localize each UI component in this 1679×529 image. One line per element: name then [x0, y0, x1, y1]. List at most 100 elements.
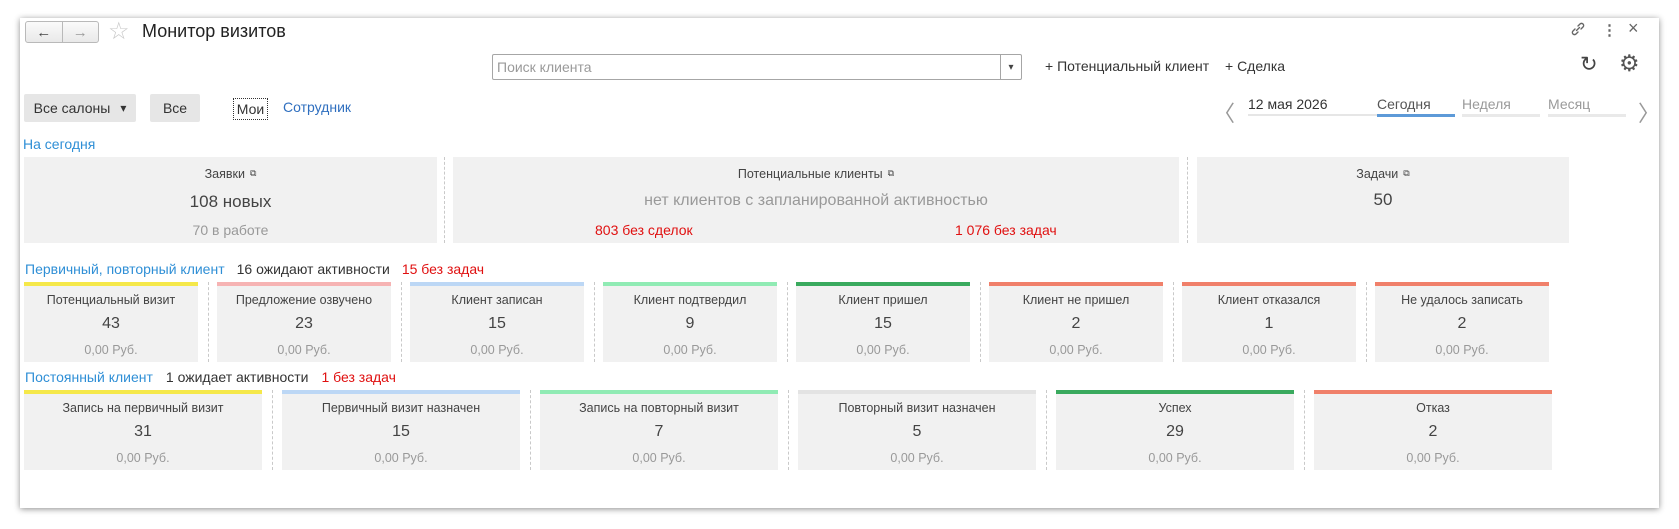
status-card-count[interactable]: 15 — [410, 315, 584, 333]
status-card-count[interactable]: 7 — [540, 423, 778, 441]
open-external-icon[interactable]: ⧉ — [250, 168, 256, 178]
status-card[interactable]: Отказ 2 0,00 Руб. — [1314, 390, 1552, 470]
divider — [272, 390, 273, 470]
status-card-title: Клиент записан — [451, 293, 543, 307]
status-card-count[interactable]: 43 — [24, 315, 198, 333]
next-period-icon[interactable]: 〉 — [1638, 96, 1660, 128]
filter-all-button[interactable]: Все — [150, 94, 200, 122]
divider — [1187, 157, 1188, 243]
navigation-buttons: ← → — [25, 21, 99, 43]
status-card[interactable]: Клиент не пришел 2 0,00 Руб. — [989, 282, 1163, 362]
status-card-count[interactable]: 1 — [1182, 315, 1356, 333]
requests-in-work[interactable]: 70 в работе — [24, 222, 437, 238]
permanent-section-header: Постоянный клиент 1 ожидает активности 1… — [25, 369, 396, 385]
status-card[interactable]: Клиент пришел 15 0,00 Руб. — [796, 282, 970, 362]
status-card-title: Запись на первичный визит — [62, 401, 224, 415]
refresh-icon[interactable]: ↻ — [1580, 52, 1598, 77]
close-icon[interactable]: × — [1628, 18, 1639, 39]
divider — [594, 282, 595, 362]
tasks-count[interactable]: 50 — [1197, 190, 1569, 210]
potential-clients-title[interactable]: Потенциальные клиенты — [738, 167, 883, 181]
status-card-sum: 0,00 Руб. — [116, 451, 170, 465]
filter-employee-link[interactable]: Сотрудник — [283, 99, 351, 115]
tab-week[interactable]: Неделя — [1462, 96, 1540, 117]
status-card-count[interactable]: 5 — [798, 423, 1036, 441]
status-card[interactable]: Предложение озвучено 23 0,00 Руб. — [217, 282, 391, 362]
permanent-section-link[interactable]: Постоянный клиент — [25, 369, 153, 385]
status-card-title: Клиент пришел — [838, 293, 928, 307]
filter-mine-button[interactable]: Мои — [233, 98, 268, 120]
divider — [530, 390, 531, 470]
tab-month[interactable]: Месяц — [1548, 96, 1626, 117]
primary-section-header: Первичный, повторный клиент 16 ожидают а… — [25, 261, 484, 277]
no-deals-count[interactable]: 803 без сделок — [595, 222, 693, 238]
status-card-title: Не удалось записать — [1401, 293, 1523, 307]
search-input[interactable]: Поиск клиента ▾ — [492, 54, 1022, 80]
open-external-icon[interactable]: ⧉ — [1403, 168, 1409, 178]
gear-icon[interactable]: ⚙ — [1619, 50, 1640, 77]
divider — [444, 157, 445, 243]
primary-section-link[interactable]: Первичный, повторный клиент — [25, 261, 225, 277]
section-today-link[interactable]: На сегодня — [23, 136, 95, 152]
status-card-count[interactable]: 9 — [603, 315, 777, 333]
status-card-count[interactable]: 23 — [217, 315, 391, 333]
divider — [1366, 282, 1367, 362]
prev-period-icon[interactable]: 〈 — [1213, 96, 1235, 128]
requests-new[interactable]: 108 новых — [24, 192, 437, 212]
link-icon[interactable] — [1570, 21, 1586, 41]
permanent-waiting-count[interactable]: 1 ожидает активности — [166, 369, 309, 385]
divider — [1046, 390, 1047, 470]
requests-title[interactable]: Заявки — [205, 167, 245, 181]
status-card[interactable]: Клиент отказался 1 0,00 Руб. — [1182, 282, 1356, 362]
tab-today[interactable]: Сегодня — [1377, 96, 1455, 117]
add-potential-client-button[interactable]: + Потенциальный клиент — [1045, 58, 1209, 74]
status-card[interactable]: Запись на повторный визит 7 0,00 Руб. — [540, 390, 778, 470]
status-card[interactable]: Запись на первичный визит 31 0,00 Руб. — [24, 390, 262, 470]
status-card-title: Повторный визит назначен — [838, 401, 996, 415]
primary-no-tasks-count[interactable]: 15 без задач — [402, 261, 484, 277]
requests-card: Заявки ⧉ 108 новых 70 в работе — [24, 157, 437, 243]
status-card[interactable]: Первичный визит назначен 15 0,00 Руб. — [282, 390, 520, 470]
favorite-star-icon[interactable]: ☆ — [108, 17, 130, 46]
status-card[interactable]: Повторный визит назначен 5 0,00 Руб. — [798, 390, 1036, 470]
tasks-title[interactable]: Задачи — [1356, 167, 1398, 181]
potential-clients-message: нет клиентов с запланированной активност… — [644, 192, 988, 209]
status-card-sum: 0,00 Руб. — [374, 451, 428, 465]
status-card-count[interactable]: 15 — [282, 423, 520, 441]
status-card[interactable]: Клиент записан 15 0,00 Руб. — [410, 282, 584, 362]
status-card-count[interactable]: 29 — [1056, 423, 1294, 441]
status-card-count[interactable]: 2 — [1375, 315, 1549, 333]
add-deal-button[interactable]: + Сделка — [1225, 58, 1285, 74]
status-card-sum: 0,00 Руб. — [277, 343, 331, 357]
search-placeholder: Поиск клиента — [497, 59, 592, 75]
status-card-sum: 0,00 Руб. — [856, 343, 910, 357]
status-card-count[interactable]: 2 — [1314, 423, 1552, 441]
status-card-sum: 0,00 Руб. — [1148, 451, 1202, 465]
page-title: Монитор визитов — [142, 21, 286, 41]
search-dropdown-icon[interactable]: ▾ — [1000, 55, 1021, 79]
status-card[interactable]: Клиент подтвердил 9 0,00 Руб. — [603, 282, 777, 362]
status-card-count[interactable]: 15 — [796, 315, 970, 333]
permanent-no-tasks-count[interactable]: 1 без задач — [321, 369, 395, 385]
status-card-count[interactable]: 2 — [989, 315, 1163, 333]
status-card-sum: 0,00 Руб. — [84, 343, 138, 357]
status-card-count[interactable]: 31 — [24, 423, 262, 441]
status-card-sum: 0,00 Руб. — [1406, 451, 1460, 465]
date-field[interactable]: 12 мая 2026 — [1248, 96, 1388, 116]
status-card[interactable]: Успех 29 0,00 Руб. — [1056, 390, 1294, 470]
menu-dots-icon[interactable]: ⋮ — [1602, 21, 1617, 39]
no-tasks-count[interactable]: 1 076 без задач — [955, 222, 1057, 238]
status-card-title: Запись на повторный визит — [579, 401, 739, 415]
open-external-icon[interactable]: ⧉ — [888, 168, 894, 178]
status-card-title: Клиент отказался — [1217, 293, 1321, 307]
status-card-title: Успех — [1158, 401, 1192, 415]
forward-arrow-icon[interactable]: → — [61, 22, 99, 42]
status-card[interactable]: Не удалось записать 2 0,00 Руб. — [1375, 282, 1549, 362]
divider — [788, 390, 789, 470]
status-card-title: Отказ — [1416, 401, 1450, 415]
salons-select[interactable]: Все салоны ▾ — [24, 94, 136, 122]
back-arrow-icon[interactable]: ← — [26, 22, 62, 42]
primary-waiting-count[interactable]: 16 ожидают активности — [237, 261, 390, 277]
status-card-title: Потенциальный визит — [46, 293, 176, 307]
status-card[interactable]: Потенциальный визит 43 0,00 Руб. — [24, 282, 198, 362]
